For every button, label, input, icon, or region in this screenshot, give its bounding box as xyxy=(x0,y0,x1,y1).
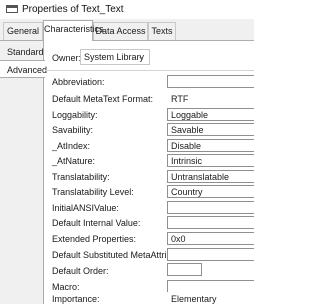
property-field-atindex[interactable]: Disable xyxy=(167,139,254,152)
title-bar: Properties of Text_Text xyxy=(0,0,254,19)
property-label-macro: Macro: xyxy=(52,282,80,292)
tab-texts[interactable]: Texts xyxy=(148,22,176,40)
tab-strip: General Data Access Texts Characteristic… xyxy=(0,19,254,41)
property-field-default-order[interactable] xyxy=(167,263,202,276)
property-field-initial-ansi-value[interactable] xyxy=(167,201,254,214)
property-field-translatability-level[interactable]: Country xyxy=(167,185,254,198)
side-tab-standard[interactable]: Standard xyxy=(0,43,44,61)
property-label-translatability: Translatability: xyxy=(52,172,110,182)
property-field-savability[interactable]: Savable xyxy=(167,123,254,136)
property-label-atnature: _AtNature: xyxy=(52,156,96,166)
chevron-down-icon: ⌄ xyxy=(137,51,145,61)
property-label-extended-properties: Extended Properties: xyxy=(52,234,137,244)
property-field-metatext-format[interactable]: RTF xyxy=(167,92,254,105)
side-tab-strip: Standard Advanced xyxy=(0,41,47,304)
window-icon xyxy=(6,5,18,13)
property-label-translatability-level: Translatability Level: xyxy=(52,187,134,197)
property-field-substituted-metaattribute[interactable] xyxy=(167,248,254,261)
property-field-atnature[interactable]: Intrinsic xyxy=(167,154,254,167)
window-title: Properties of Text_Text xyxy=(22,4,124,15)
property-label-loggability: Loggability: xyxy=(52,110,98,120)
property-label-savability: Savability: xyxy=(52,125,94,135)
tab-general[interactable]: General xyxy=(3,22,43,40)
property-label-abbreviation: Abbreviation: xyxy=(52,77,105,87)
property-field-abbreviation[interactable] xyxy=(167,75,254,88)
property-field-loggability[interactable]: Loggable xyxy=(167,108,254,121)
property-field-extended-properties[interactable]: 0x0 xyxy=(167,232,254,245)
property-label-default-internal-value: Default Internal Value: xyxy=(52,218,141,228)
tab-characteristics[interactable]: Characteristics xyxy=(43,20,104,41)
owner-label: Owner: xyxy=(52,53,82,63)
property-label-default-order: Default Order: xyxy=(52,266,109,276)
divider xyxy=(45,70,254,71)
property-field-translatability[interactable]: Untranslatable xyxy=(167,170,254,183)
property-field-importance[interactable]: Elementary xyxy=(167,292,254,305)
side-tab-advanced[interactable]: Advanced xyxy=(0,60,47,78)
property-label-metatext-format: Default MetaText Format: xyxy=(52,94,154,104)
owner-value: System Library xyxy=(84,52,145,62)
owner-dropdown[interactable]: System Library ⌄ xyxy=(80,49,150,65)
property-field-default-internal-value[interactable] xyxy=(167,216,254,229)
property-label-importance: Importance: xyxy=(52,294,100,304)
property-label-atindex: _AtIndex: xyxy=(52,141,91,151)
property-label-initial-ansi-value: InitialANSIValue: xyxy=(52,203,119,213)
